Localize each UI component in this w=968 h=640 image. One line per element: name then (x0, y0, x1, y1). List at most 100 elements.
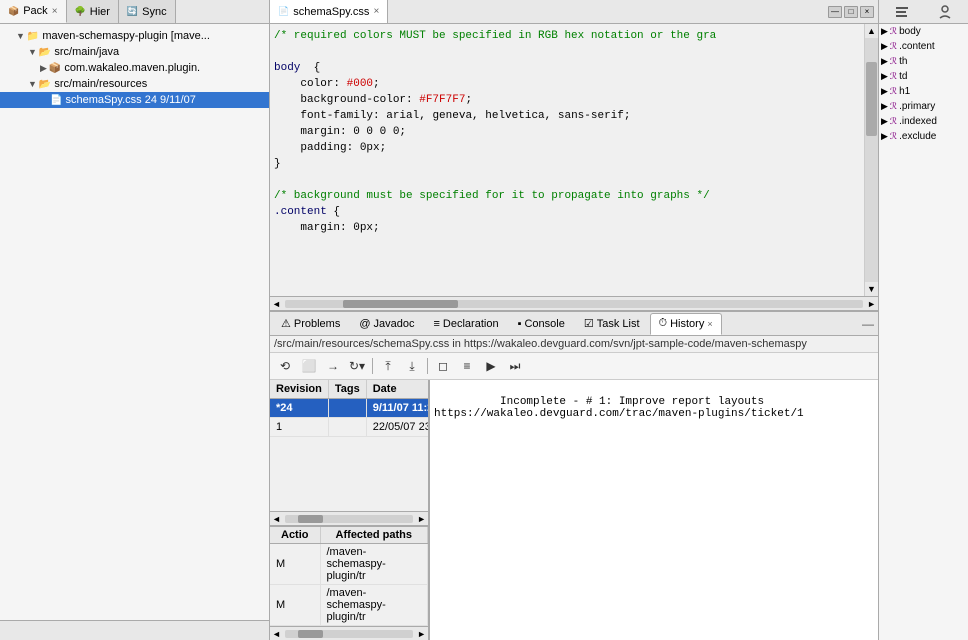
toolbar-btn-diff[interactable]: ◻ (432, 355, 454, 377)
h-scroll-thumb[interactable] (343, 300, 459, 308)
row-24-date: 9/11/07 11:26 (366, 399, 428, 418)
tab-pack-close[interactable]: × (52, 6, 58, 17)
editor-minimize-btn[interactable]: — (828, 6, 842, 18)
scroll-up-arrow[interactable]: ▲ (865, 24, 878, 38)
editor-horizontal-scrollbar[interactable]: ◄ ► (270, 296, 878, 310)
bottom-panel: ⚠ Problems @ Javadoc ≡ Declaration ▪ Con… (270, 310, 878, 640)
row-24-tags (328, 399, 366, 418)
col-header-tags: Tags (328, 380, 366, 399)
outline-icon-th: ℛ (890, 56, 897, 67)
tree-item-src-resources[interactable]: ▼ 📂 src/main/resources (0, 76, 269, 92)
editor-tab-css[interactable]: 📄 schemaSpy.css × (270, 0, 388, 23)
tab-tasklist[interactable]: ☑ Task List (575, 313, 649, 335)
history-row-1[interactable]: 1 22/05/07 23:57 john Initial import[...… (270, 418, 428, 437)
hscroll-right[interactable]: ► (415, 514, 428, 524)
editor-vertical-scrollbar[interactable]: ▲ ▼ (864, 24, 878, 296)
tab-pack-label: Pack (23, 5, 47, 17)
tab-javadoc[interactable]: @ Javadoc (350, 313, 423, 335)
row-1-tags (328, 418, 366, 437)
affected-row-1[interactable]: M /maven-schemaspy-plugin/tr (270, 544, 428, 585)
affected-table: Actio Affected paths M /maven-schemaspy-… (270, 527, 428, 626)
hscroll-track[interactable] (285, 515, 413, 523)
tab-pack[interactable]: 📦 Pack × (0, 0, 67, 23)
history-tab-close[interactable]: × (707, 319, 712, 329)
hscroll-left[interactable]: ◄ (270, 514, 283, 524)
affected-path-2: /maven-schemaspy-plugin/tr (320, 585, 428, 626)
tab-sync-label: Sync (142, 6, 166, 18)
editor-code-area[interactable]: /* required colors MUST be specified in … (270, 24, 864, 296)
outline-icon-td: ℛ (890, 71, 897, 82)
affected-hscroll-track[interactable] (285, 630, 413, 638)
outline-item-content[interactable]: ▶ ℛ .content (879, 39, 968, 54)
toolbar-btn-play[interactable]: ▶ (480, 355, 502, 377)
right-tab-outline[interactable] (891, 1, 913, 23)
affected-hscroll-right[interactable]: ► (415, 629, 428, 639)
history-table: Revision Tags Date Author Comment *24 (270, 380, 428, 437)
outline-label-content: .content (899, 41, 935, 52)
outline-label-primary: .primary (899, 101, 935, 112)
outline-item-td[interactable]: ▶ ℛ td (879, 69, 968, 84)
tab-console[interactable]: ▪ Console (509, 313, 574, 335)
scroll-thumb[interactable] (866, 62, 877, 135)
affected-hscroll[interactable]: ◄ ► (270, 626, 428, 640)
affected-hscroll-left[interactable]: ◄ (270, 629, 283, 639)
history-row-24[interactable]: *24 9/11/07 11:26 john Incomplete - # 1:… (270, 399, 428, 418)
scroll-left-arrow[interactable]: ◄ (270, 299, 283, 309)
toolbar-btn-down[interactable]: ⤓ (401, 355, 423, 377)
toolbar-btn-end[interactable]: ⏭ (504, 355, 526, 377)
arrow-icon: ▼ (28, 79, 37, 89)
javadoc-icon: @ (359, 318, 370, 330)
outline-arrow-body: ▶ (881, 26, 888, 37)
scroll-track[interactable] (865, 38, 878, 282)
tab-javadoc-label: Javadoc (374, 318, 415, 330)
tab-history[interactable]: ⏱ History × (650, 313, 722, 335)
comment-text: Incomplete - # 1: Improve report layouts… (434, 396, 804, 420)
toolbar-btn-filter[interactable]: ↻▾ (346, 355, 368, 377)
arrow-icon: ▼ (28, 47, 37, 57)
scroll-down-arrow[interactable]: ▼ (865, 282, 878, 296)
left-tab-bar: 📦 Pack × 🌳 Hier 🔄 Sync (0, 0, 269, 24)
bottom-tab-bar: ⚠ Problems @ Javadoc ≡ Declaration ▪ Con… (270, 312, 878, 336)
src-java-label: src/main/java (54, 46, 119, 58)
tab-hier[interactable]: 🌳 Hier (67, 0, 119, 23)
right-tab-bar (879, 0, 968, 24)
outline-item-exclude[interactable]: ▶ ℛ .exclude (879, 129, 968, 144)
tree-item-package[interactable]: ▶ 📦 com.wakaleo.maven.plugin. (0, 60, 269, 76)
history-path-bar: /src/main/resources/schemaSpy.css in htt… (270, 336, 878, 353)
toolbar-btn-stop[interactable]: ⬜ (298, 355, 320, 377)
tab-sync[interactable]: 🔄 Sync (119, 0, 176, 23)
affected-row-2[interactable]: M /maven-schemaspy-plugin/tr (270, 585, 428, 626)
outline-label-td: td (899, 71, 907, 82)
panel-minimize-btn[interactable]: — (862, 317, 874, 331)
tree-item-project[interactable]: ▼ 📁 maven-schemaspy-plugin [mave... (0, 28, 269, 44)
outline-item-h1[interactable]: ▶ ℛ h1 (879, 84, 968, 99)
hscroll-thumb[interactable] (298, 515, 324, 523)
outline-label-h1: h1 (899, 86, 910, 97)
outline-arrow-content: ▶ (881, 41, 888, 52)
tab-declaration[interactable]: ≡ Declaration (425, 313, 508, 335)
tree-item-src-java[interactable]: ▼ 📂 src/main/java (0, 44, 269, 60)
outline-item-primary[interactable]: ▶ ℛ .primary (879, 99, 968, 114)
arrow-icon: ▼ (16, 31, 25, 41)
scroll-right-arrow[interactable]: ► (865, 299, 878, 309)
affected-action-1: M (270, 544, 320, 585)
history-table-area: Revision Tags Date Author Comment *24 (270, 380, 428, 511)
right-tab-members[interactable] (934, 1, 956, 23)
outline-item-indexed[interactable]: ▶ ℛ .indexed (879, 114, 968, 129)
editor-tab-close[interactable]: × (373, 6, 379, 17)
affected-hscroll-thumb[interactable] (298, 630, 324, 638)
editor-close-btn[interactable]: × (860, 6, 874, 18)
row-24-revision: *24 (270, 399, 328, 418)
tree-item-css-file[interactable]: 📄 schemaSpy.css 24 9/11/07 (0, 92, 269, 108)
history-icon: ⏱ (659, 317, 668, 330)
toolbar-btn-link[interactable]: → (322, 355, 344, 377)
outline-item-body[interactable]: ▶ ℛ body (879, 24, 968, 39)
outline-item-th[interactable]: ▶ ℛ th (879, 54, 968, 69)
tab-problems[interactable]: ⚠ Problems (272, 313, 349, 335)
toolbar-btn-list[interactable]: ≡ (456, 355, 478, 377)
toolbar-btn-up[interactable]: ⤒ (377, 355, 399, 377)
h-scroll-track[interactable] (285, 300, 863, 308)
toolbar-btn-refresh[interactable]: ⟲ (274, 355, 296, 377)
editor-maximize-btn[interactable]: □ (844, 6, 858, 18)
history-table-hscroll[interactable]: ◄ ► (270, 511, 428, 525)
